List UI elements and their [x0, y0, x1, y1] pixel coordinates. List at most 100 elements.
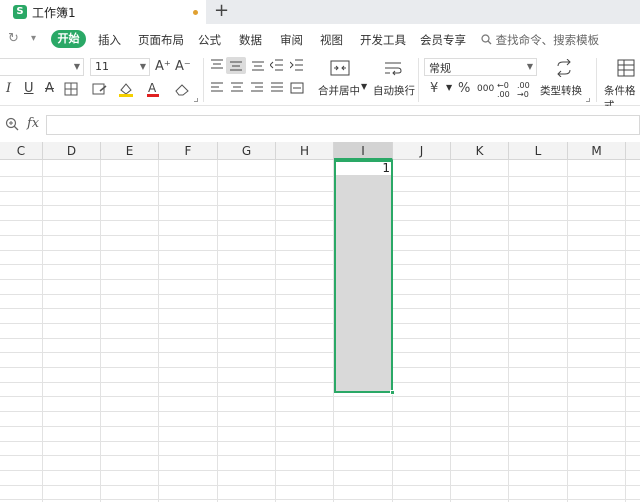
quick-access-more-icon[interactable]: ▾	[31, 33, 36, 44]
border-icon[interactable]	[64, 82, 78, 96]
strikethrough-button[interactable]: A	[45, 81, 54, 97]
menu-member[interactable]: 会员专享	[420, 32, 466, 48]
spreadsheet-logo-icon: S	[13, 5, 27, 19]
row-gridline	[0, 250, 640, 251]
column-header-f[interactable]: F	[159, 142, 218, 160]
column-gridline	[158, 160, 159, 502]
menu-insert[interactable]: 插入	[98, 32, 121, 48]
align-left-icon[interactable]	[210, 82, 224, 94]
number-dialog-launcher-icon[interactable]	[586, 98, 590, 102]
chevron-down-icon: ▼	[139, 62, 146, 71]
menu-view[interactable]: 视图	[320, 32, 343, 48]
row-gridline	[0, 499, 640, 500]
redo-icon[interactable]: ↻	[8, 31, 19, 46]
menu-start[interactable]: 开始	[51, 30, 86, 48]
thousands-separator-button[interactable]: 000	[477, 84, 494, 94]
grow-font-button[interactable]: A⁺	[155, 59, 171, 75]
font-dialog-launcher-icon[interactable]	[194, 98, 198, 102]
align-middle-icon	[230, 61, 242, 71]
menu-developer[interactable]: 开发工具	[360, 32, 406, 48]
menu-page-layout[interactable]: 页面布局	[138, 32, 184, 48]
underline-button[interactable]: U	[24, 81, 34, 97]
column-gridline	[567, 160, 568, 502]
column-header-d[interactable]: D	[43, 142, 101, 160]
font-color-icon[interactable]: A	[146, 81, 160, 97]
selected-range[interactable]	[334, 160, 393, 393]
distributed-align-icon[interactable]	[290, 82, 304, 94]
eraser-icon[interactable]	[174, 82, 190, 96]
column-header-e[interactable]: E	[101, 142, 159, 160]
column-header-n[interactable]	[626, 142, 640, 160]
italic-button[interactable]: I	[6, 81, 11, 97]
column-header-g[interactable]: G	[218, 142, 276, 160]
column-gridline	[100, 160, 101, 502]
row-gridline	[0, 294, 640, 295]
align-middle-button[interactable]	[226, 57, 246, 74]
row-gridline	[0, 205, 640, 206]
row-gridline	[0, 396, 640, 397]
wrap-text-icon[interactable]	[383, 59, 403, 77]
chevron-down-icon[interactable]: ▼	[446, 83, 452, 92]
indent-increase-icon[interactable]	[290, 59, 304, 71]
align-top-icon[interactable]	[210, 59, 224, 71]
menu-data[interactable]: 数据	[239, 32, 262, 48]
chevron-down-icon[interactable]: ▼	[361, 82, 367, 91]
column-gridline	[42, 160, 43, 502]
menu-formula[interactable]: 公式	[198, 32, 221, 48]
row-gridline	[0, 352, 640, 353]
menu-review[interactable]: 审阅	[280, 32, 303, 48]
row-gridline	[0, 220, 640, 221]
formula-input[interactable]	[46, 115, 640, 135]
document-title: 工作簿1	[32, 6, 76, 20]
merge-center-icon[interactable]	[330, 59, 350, 77]
currency-button[interactable]: ¥	[430, 81, 438, 97]
new-tab-button[interactable]: +	[214, 1, 229, 21]
align-right-icon[interactable]	[250, 82, 264, 94]
conditional-format-icon[interactable]	[617, 59, 635, 77]
row-gridline	[0, 367, 640, 368]
document-tab[interactable]: S 工作簿1	[0, 0, 206, 24]
column-header-j[interactable]: J	[393, 142, 451, 160]
insert-function-button[interactable]: fx	[27, 116, 39, 131]
align-bottom-icon[interactable]	[251, 59, 265, 71]
merge-center-button[interactable]: 合并居中	[318, 83, 360, 98]
row-gridline	[0, 176, 640, 177]
number-format-select[interactable]: 常规 ▼	[424, 58, 537, 76]
unsaved-dot-icon	[193, 10, 198, 15]
cell-style-icon[interactable]	[92, 82, 108, 96]
font-size-select[interactable]: 11 ▼	[90, 58, 150, 76]
percent-button[interactable]: %	[458, 81, 470, 97]
column-header-m[interactable]: M	[568, 142, 626, 160]
decrease-decimal-button[interactable]: .00 →0	[517, 81, 535, 99]
column-header-l[interactable]: L	[509, 142, 568, 160]
active-cell-value: 1	[382, 161, 390, 175]
column-header-c[interactable]: C	[0, 142, 43, 160]
fill-color-icon[interactable]	[118, 81, 134, 97]
toolbar-divider	[596, 58, 597, 102]
fill-handle[interactable]	[390, 390, 395, 395]
font-size-value: 11	[95, 60, 109, 73]
shrink-font-button[interactable]: A⁻	[175, 59, 191, 75]
ribbon-toolbar: ▼ 11 ▼ A⁺ A⁻ I U A A 合并居中 ▼ 自动换行 常规 ▼ ¥ …	[0, 54, 640, 112]
increase-decimal-button[interactable]: ←0 .00	[497, 81, 515, 99]
column-gridline	[625, 160, 626, 502]
type-convert-icon[interactable]	[554, 59, 574, 77]
type-convert-button[interactable]: 类型转换	[540, 83, 582, 98]
font-name-select[interactable]: ▼	[0, 58, 84, 76]
formula-bar: fx	[0, 106, 640, 142]
zoom-icon[interactable]	[5, 117, 19, 131]
command-search[interactable]: 查找命令、搜索模板	[481, 32, 599, 48]
wrap-text-button[interactable]: 自动换行	[373, 83, 415, 98]
column-gridline	[450, 160, 451, 502]
row-gridline	[0, 323, 640, 324]
align-center-icon[interactable]	[230, 82, 244, 94]
column-header-k[interactable]: K	[451, 142, 509, 160]
indent-decrease-icon[interactable]	[270, 59, 284, 71]
spreadsheet-grid[interactable]: C D E F G H I J K L M	[0, 142, 640, 502]
row-gridline	[0, 470, 640, 471]
title-bar: S 工作簿1 +	[0, 0, 640, 24]
number-format-value: 常规	[429, 62, 451, 75]
column-header-h[interactable]: H	[276, 142, 334, 160]
justify-icon[interactable]	[270, 82, 284, 94]
column-header-i[interactable]: I	[334, 142, 393, 160]
